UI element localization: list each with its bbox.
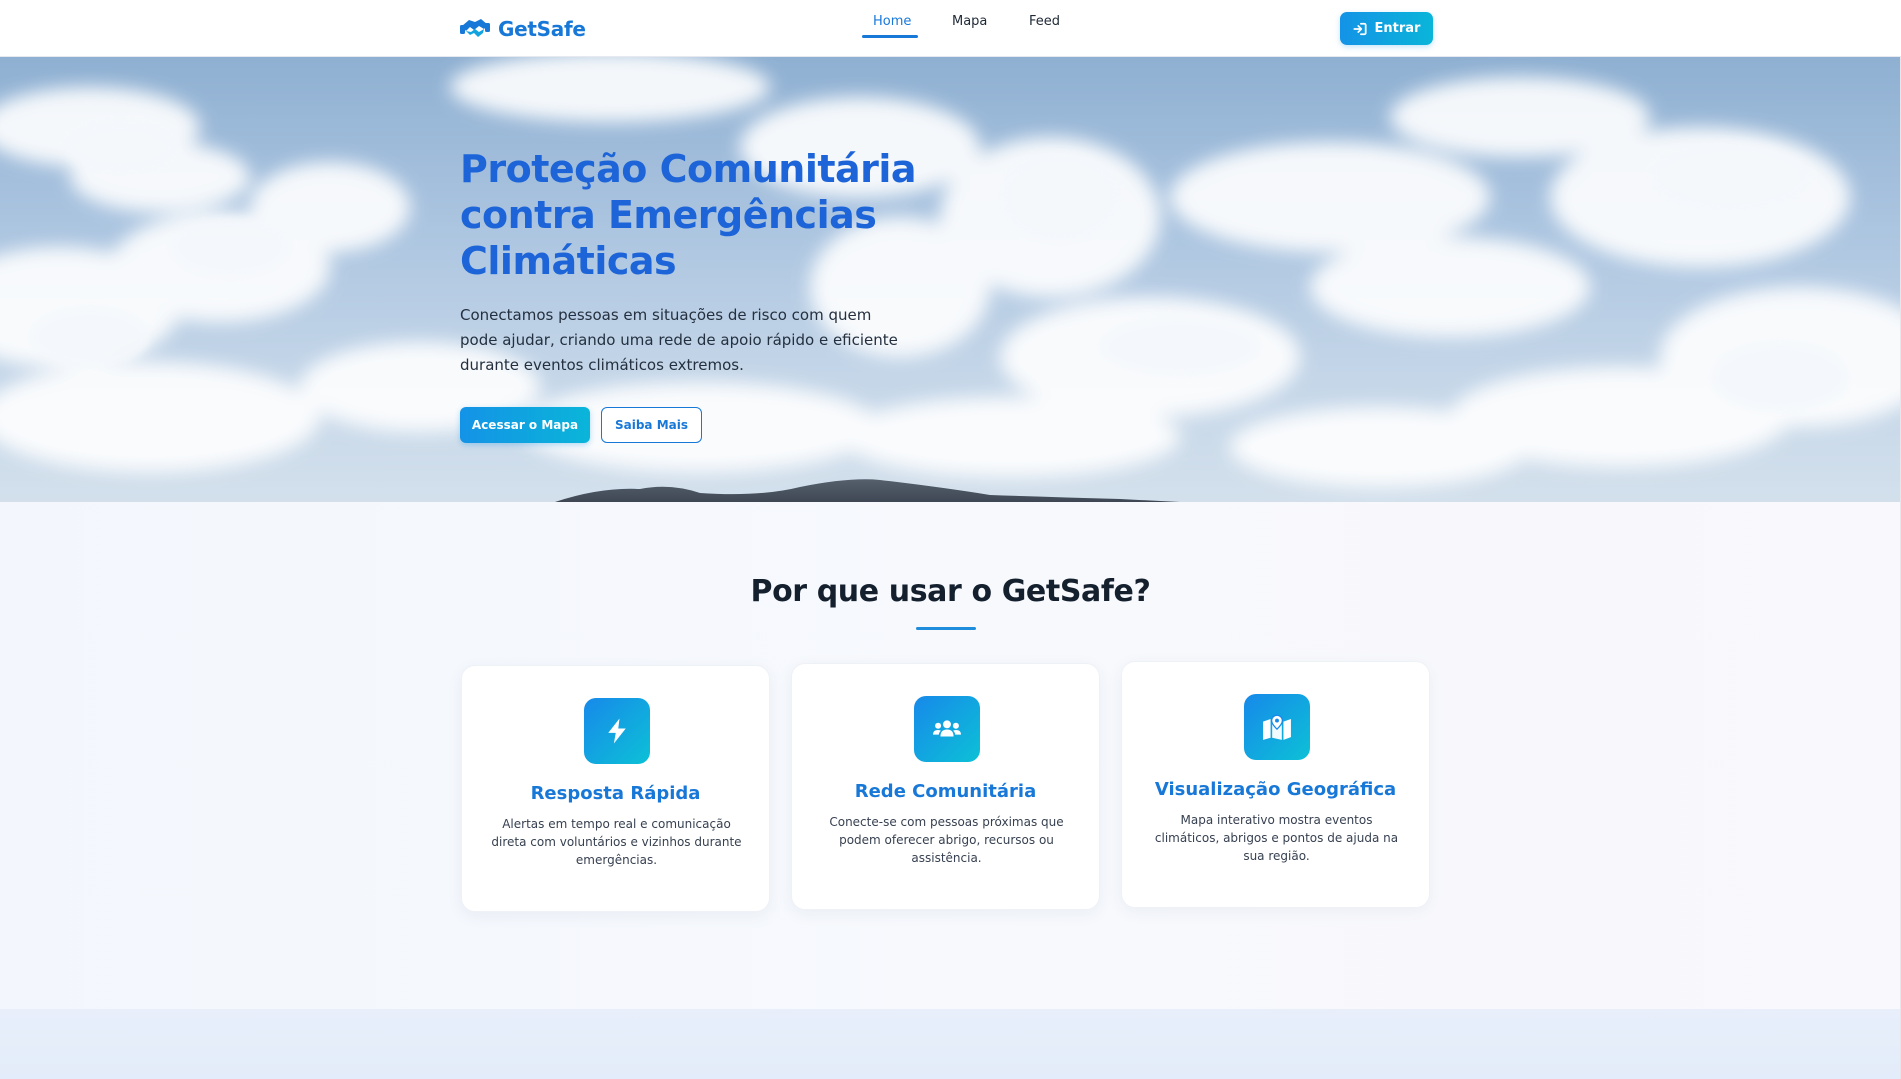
next-section-band bbox=[0, 1009, 1901, 1079]
feature-card-geo: Visualização Geográfica Mapa interativo … bbox=[1121, 661, 1430, 908]
features-section: Por que usar o GetSafe? Resposta Rápida … bbox=[0, 502, 1901, 1009]
feature-card-title: Rede Comunitária bbox=[854, 781, 1037, 802]
learn-more-button[interactable]: Saiba Mais bbox=[601, 407, 702, 443]
feature-card-community: Rede Comunitária Conecte-se com pessoas … bbox=[791, 663, 1100, 910]
feature-card-text: Alertas em tempo real e comunicação dire… bbox=[491, 817, 742, 867]
nav-link-mapa[interactable]: Mapa bbox=[952, 14, 987, 29]
sign-in-icon bbox=[1352, 22, 1367, 35]
login-button-label: Entrar bbox=[1374, 21, 1421, 36]
hero-description: Conectamos pessoas em situações de risco… bbox=[460, 306, 898, 374]
nav-link-home[interactable]: Home bbox=[873, 14, 911, 29]
users-group-icon bbox=[914, 696, 980, 762]
hero-section: Proteção Comunitária contra Emergências … bbox=[0, 57, 1901, 502]
map-location-icon bbox=[1244, 694, 1310, 760]
sky-clouds-background bbox=[0, 57, 1901, 502]
feature-card-text: Conecte-se com pessoas próximas que pode… bbox=[829, 815, 1064, 865]
lightning-bolt-icon bbox=[584, 698, 650, 764]
nav-link-feed[interactable]: Feed bbox=[1029, 14, 1060, 29]
access-map-button[interactable]: Acessar o Mapa bbox=[460, 407, 590, 443]
brand-name: GetSafe bbox=[498, 17, 586, 41]
handshake-logo-icon bbox=[460, 19, 490, 37]
hero-title: Proteção Comunitária contra Emergências … bbox=[460, 147, 917, 283]
login-button[interactable]: Entrar bbox=[1340, 12, 1433, 45]
feature-card-text: Mapa interativo mostra eventos climático… bbox=[1154, 813, 1399, 863]
feature-card-fast-response: Resposta Rápida Alertas em tempo real e … bbox=[461, 665, 770, 912]
feature-card-title: Resposta Rápida bbox=[530, 783, 701, 804]
title-divider bbox=[916, 627, 976, 630]
feature-card-title: Visualização Geográfica bbox=[1154, 779, 1397, 800]
brand-logo-link[interactable]: GetSafe bbox=[460, 14, 586, 44]
top-navbar: GetSafe Home Mapa Feed Entrar bbox=[0, 0, 1901, 57]
features-title: Por que usar o GetSafe? bbox=[750, 574, 1151, 609]
nav-active-indicator bbox=[862, 35, 918, 38]
